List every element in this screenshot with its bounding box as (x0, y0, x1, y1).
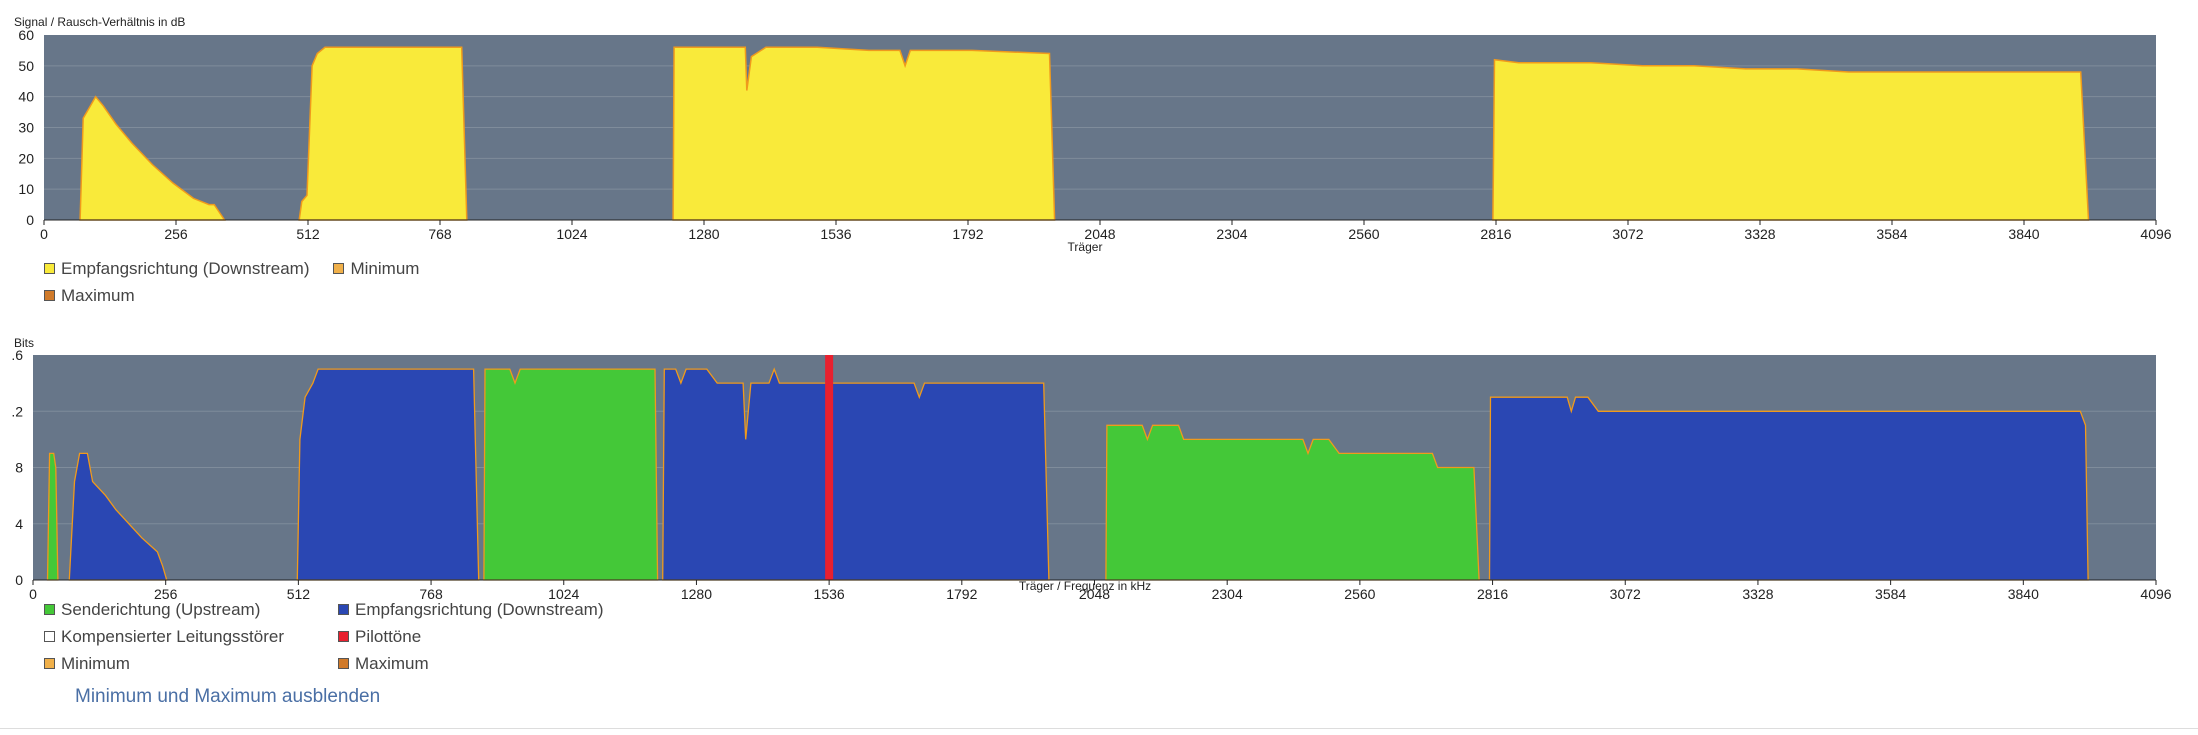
x-tick-label: 0 (40, 226, 48, 242)
y-tick-label: .2 (11, 403, 23, 419)
legend-item-crosstalk-compensated[interactable]: Kompensierter Leitungsstörer (44, 627, 314, 647)
downstream-area-segment (662, 367, 1050, 581)
y-tick-label: 40 (18, 89, 34, 105)
legend-swatch (44, 658, 55, 669)
pilot-tone-bar (825, 355, 834, 580)
x-tick-label: 3072 (1610, 586, 1641, 600)
x-tick-label: 3328 (1744, 226, 1775, 242)
legend-label: Maximum (61, 285, 135, 305)
x-tick-label: 2816 (1477, 586, 1508, 600)
y-tick-label: 4 (15, 516, 23, 532)
legend-row: Senderichtung (Upstream) Empfangsrichtun… (44, 596, 627, 623)
x-tick-label: 1024 (556, 226, 587, 242)
legend-swatch (44, 263, 55, 274)
legend-item-downstream[interactable]: Empfangsrichtung (Downstream) (338, 600, 603, 620)
y-tick-label: 10 (18, 181, 34, 197)
legend-item-snr-minimum[interactable]: Minimum (333, 259, 419, 279)
legend-swatch (338, 631, 349, 642)
legend-item-snr-downstream[interactable]: Empfangsrichtung (Downstream) (44, 259, 309, 279)
y-tick-label: .6 (11, 347, 23, 363)
legend-label: Empfangsrichtung (Downstream) (61, 258, 310, 278)
downstream-area-segment (1488, 396, 2089, 581)
x-tick-label: 2304 (1216, 226, 1247, 242)
upstream-area-segment (483, 368, 659, 581)
divider (0, 728, 2198, 729)
legend-item-minimum[interactable]: Minimum (44, 654, 314, 674)
snr-chart-title: Signal / Rausch-Verhältnis in dB (14, 15, 185, 29)
x-tick-label: 768 (428, 226, 452, 242)
legend-swatch (44, 631, 55, 642)
snr-area-segment (672, 46, 1056, 221)
x-tick-label: 1792 (946, 586, 977, 600)
bits-x-axis-label: Träger / Frequenz in kHz (1019, 579, 1151, 593)
legend-label: Minimum (350, 258, 420, 278)
x-tick-label: 2560 (1344, 586, 1375, 600)
legend-item-maximum[interactable]: Maximum (338, 654, 429, 674)
downstream-area-segment (296, 368, 480, 581)
legend-swatch (338, 658, 349, 669)
legend-swatch (338, 604, 349, 615)
x-tick-label: 1792 (952, 226, 983, 242)
x-tick-label: 1280 (688, 226, 719, 242)
x-tick-label: 3328 (1742, 586, 1773, 600)
legend-swatch (44, 604, 55, 615)
legend-row: Minimum Maximum (44, 650, 627, 677)
legend-item-upstream[interactable]: Senderichtung (Upstream) (44, 600, 314, 620)
x-tick-label: 4096 (2140, 226, 2171, 242)
legend-label: Minimum (61, 653, 130, 673)
snr-x-axis-label: Träger (1068, 240, 1103, 254)
snr-chart: Signal / Rausch-Verhältnis in dB 0 10 20 30… (14, 15, 2172, 254)
legend-swatch (44, 290, 55, 301)
x-tick-label: 3840 (2008, 586, 2039, 600)
y-tick-label: 8 (15, 460, 23, 476)
legend-label: Empfangsrichtung (Downstream) (355, 599, 604, 619)
bits-legend: Senderichtung (Upstream) Empfangsrichtun… (44, 596, 627, 677)
legend-row: Kompensierter Leitungsstörer Pilottöne (44, 623, 627, 650)
y-tick-label: 50 (18, 58, 34, 74)
bits-y-ticks: 0 4 8 .2 .6 (11, 347, 23, 588)
x-tick-label: 1280 (681, 586, 712, 600)
snr-x-ticks: 0 256 512 768 1024 1280 1536 1792 2048 2304 2560 28… (40, 219, 2172, 242)
x-tick-label: 4096 (2140, 586, 2171, 600)
legend-item-snr-maximum[interactable]: Maximum (44, 286, 135, 306)
snr-area-segment (298, 46, 468, 221)
x-tick-label: 2304 (1212, 586, 1243, 600)
y-tick-label: 60 (18, 27, 34, 43)
x-tick-label: 2816 (1480, 226, 1511, 242)
x-tick-label: 3584 (1875, 586, 1906, 600)
x-tick-label: 256 (164, 226, 188, 242)
legend-label: Maximum (355, 653, 429, 673)
snr-legend: Empfangsrichtung (Downstream) Minimum Ma… (44, 255, 443, 309)
x-tick-label: 1536 (820, 226, 851, 242)
x-tick-label: 1536 (814, 586, 845, 600)
snr-area-segment (1492, 58, 2090, 221)
x-tick-label: 2560 (1348, 226, 1379, 242)
legend-swatch (333, 263, 345, 274)
y-tick-label: 0 (26, 212, 34, 228)
upstream-area-segment (46, 452, 59, 581)
legend-label: Pilottöne (355, 626, 422, 646)
legend-label: Kompensierter Leitungsstörer (61, 626, 285, 646)
x-tick-label: 512 (296, 226, 320, 242)
legend-row: Maximum (44, 282, 443, 309)
y-tick-label: 30 (18, 120, 34, 136)
bits-chart: Bits 048.2.6 0 256 512 768 1024 1280 1536 1792 2… (11, 336, 2171, 600)
legend-row: Empfangsrichtung (Downstream) Minimum (44, 255, 443, 282)
x-tick-label: 3840 (2008, 226, 2039, 242)
x-tick-label: 3584 (1876, 226, 1907, 242)
legend-label: Senderichtung (Upstream) (61, 599, 261, 619)
x-tick-label: 3072 (1612, 226, 1643, 242)
toggle-min-max-link[interactable]: Minimum und Maximum ausblenden (75, 686, 380, 708)
snr-y-ticks: 0 10 20 30 40 50 60 (18, 27, 34, 228)
x-tick-label: 0 (29, 586, 37, 600)
y-tick-label: 20 (18, 150, 34, 166)
legend-item-pilot-tones[interactable]: Pilottöne (338, 627, 421, 647)
y-tick-label: 0 (15, 572, 23, 588)
